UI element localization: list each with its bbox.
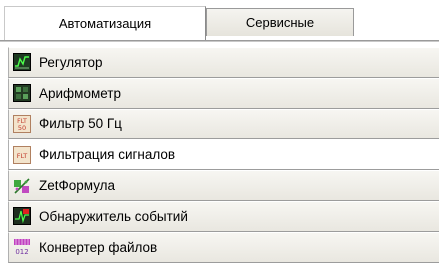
list-item-label: Конвертер файлов — [39, 239, 158, 255]
filter-50hz-icon: FLT 50 — [13, 114, 31, 133]
list-item-label: Фильтрация сигналов — [39, 147, 176, 163]
panel-divider — [0, 40, 439, 42]
list-item-label: Обнаружитель событий — [39, 208, 188, 224]
tab-services[interactable]: Сервисные — [206, 8, 354, 36]
tab-automation-label: Автоматизация — [58, 16, 152, 31]
file-converter-icon: 012 — [13, 238, 31, 256]
list-item-filter-50hz[interactable]: FLT 50 Фильтр 50 Гц — [8, 108, 439, 140]
svg-text:FLT: FLT — [17, 152, 27, 160]
tab-services-label: Сервисные — [245, 15, 315, 30]
list-item-regulator[interactable]: Регулятор — [8, 47, 439, 78]
tab-bar: Автоматизация Сервисные — [0, 0, 439, 40]
list-item-signal-filter[interactable]: FLT Фильтрация сигналов — [8, 139, 439, 171]
tool-list: Регулятор Арифмометр FLT 50 Фильтр 50 Гц — [8, 47, 439, 263]
list-item-event-detector[interactable]: Обнаружитель событий — [8, 200, 439, 232]
signal-filter-icon: FLT — [13, 145, 31, 164]
list-item-label: Регулятор — [39, 54, 103, 70]
event-detector-icon — [13, 207, 31, 226]
list-item-arithmometer[interactable]: Арифмометр — [8, 77, 439, 109]
list-item-label: Фильтр 50 Гц — [39, 116, 122, 132]
tab-automation[interactable]: Автоматизация — [4, 6, 206, 40]
svg-text:50: 50 — [18, 124, 26, 132]
formula-icon — [13, 177, 31, 195]
list-item-zetformula[interactable]: ZetФормула — [8, 170, 439, 201]
list-item-label: ZetФормула — [39, 178, 116, 194]
svg-text:012: 012 — [15, 248, 28, 256]
regulator-icon — [13, 53, 31, 72]
list-item-label: Арифмометр — [39, 85, 121, 101]
list-item-file-converter[interactable]: 012 Конвертер файлов — [8, 231, 439, 263]
arithmometer-icon — [13, 84, 31, 103]
